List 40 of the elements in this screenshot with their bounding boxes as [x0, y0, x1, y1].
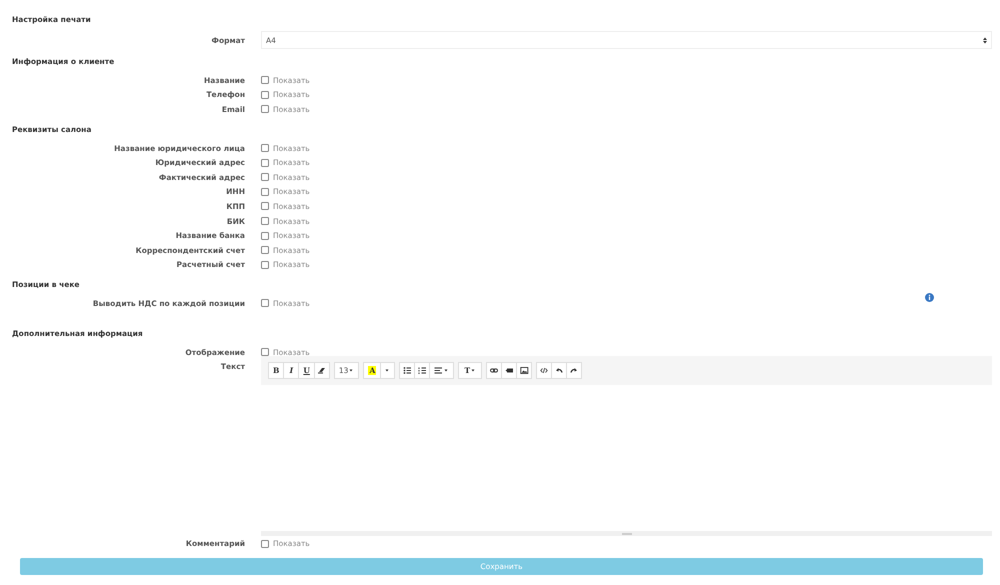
caret-icon [444, 368, 450, 374]
toolbar-button[interactable] [501, 362, 518, 380]
checkbox[interactable] [261, 232, 269, 240]
checkbox[interactable] [261, 540, 269, 548]
image-icon [520, 366, 529, 376]
redo-icon [570, 366, 579, 376]
toolbar-button[interactable] [536, 362, 552, 380]
toolbar-button[interactable] [486, 362, 502, 380]
video-icon [504, 366, 514, 376]
checkbox[interactable] [261, 144, 269, 152]
toolbar-button[interactable] [399, 362, 416, 380]
info-icon[interactable] [925, 293, 934, 302]
checkbox[interactable] [261, 173, 269, 182]
link-icon [490, 366, 499, 376]
checkbox[interactable] [261, 260, 269, 269]
caret-icon [471, 368, 476, 374]
checkbox[interactable] [261, 188, 269, 196]
checkbox[interactable] [261, 158, 269, 167]
bullet-list-icon [402, 366, 412, 376]
toolbar-button[interactable] [566, 362, 582, 380]
numbered-list-icon [418, 366, 427, 376]
checkbox[interactable] [261, 202, 269, 210]
checkbox[interactable] [261, 217, 269, 226]
checkbox[interactable] [261, 76, 269, 84]
toolbar-button[interactable] [414, 362, 430, 380]
checkbox[interactable] [261, 105, 269, 114]
checkbox[interactable] [261, 246, 269, 254]
select-arrows-icon [983, 36, 987, 44]
caret-icon [349, 368, 354, 374]
checkbox[interactable] [261, 90, 269, 99]
align-icon [434, 366, 444, 376]
code-icon [540, 366, 549, 376]
checkbox[interactable] [261, 348, 269, 356]
toolbar-button[interactable] [551, 362, 568, 380]
checkbox[interactable] [261, 299, 269, 308]
toolbar-button[interactable] [314, 362, 330, 380]
undo-icon [554, 366, 564, 376]
eraser-icon [317, 366, 326, 376]
toolbar-button[interactable] [516, 362, 532, 380]
dropdown-button[interactable] [429, 362, 454, 380]
